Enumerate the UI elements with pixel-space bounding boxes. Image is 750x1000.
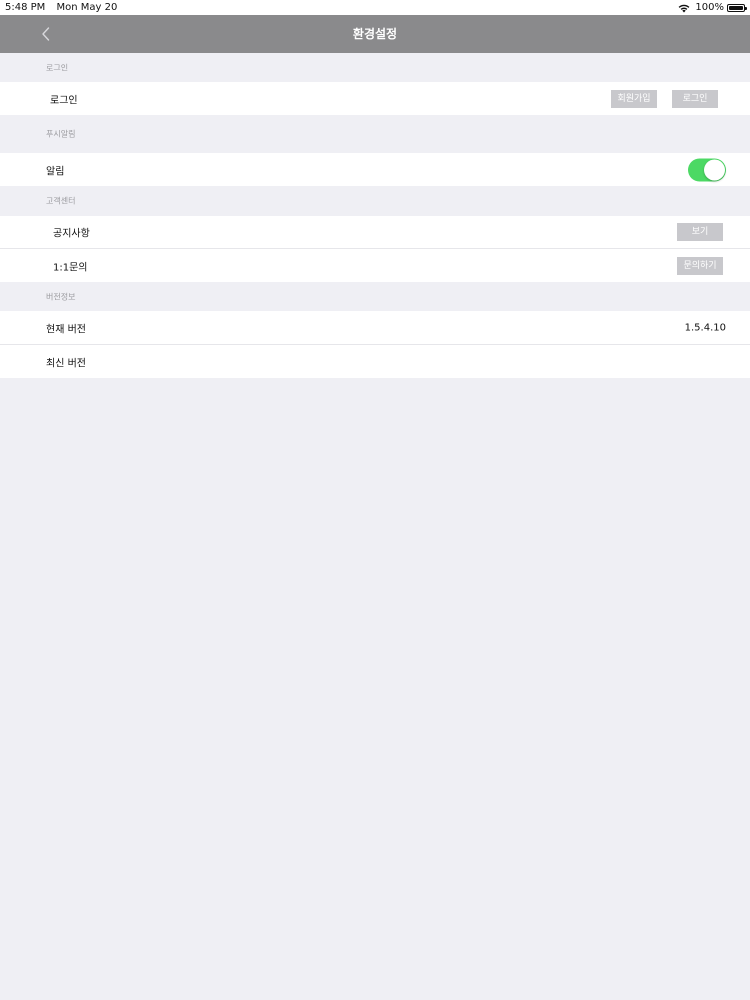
- section-header-label: 버전정보: [46, 292, 76, 301]
- login-row-label: 로그인: [50, 95, 78, 106]
- section-header-version: 버전정보: [0, 282, 750, 311]
- notification-toggle[interactable]: [688, 158, 726, 181]
- notification-row: 알림: [0, 153, 750, 186]
- inquiry-row-label: 1:1문의: [53, 262, 88, 273]
- section-header-support: 고객센터: [0, 186, 750, 216]
- latest-version-label: 최신 버전: [46, 358, 86, 369]
- battery-percent: 100%: [695, 2, 724, 13]
- notice-row-label: 공지사항: [53, 228, 90, 240]
- nav-bar: 환경설정: [0, 15, 750, 53]
- section-header-login: 로그인: [0, 53, 750, 82]
- inquiry-row: 1:1문의 문의하기: [0, 249, 750, 282]
- notice-row: 공지사항 보기: [0, 216, 750, 249]
- notification-row-label: 알림: [46, 166, 65, 177]
- chevron-left-icon: [42, 27, 50, 41]
- section-header-label: 푸시알림: [46, 129, 76, 139]
- login-row: 로그인 회원가입 로그인: [0, 82, 750, 115]
- battery-icon: [727, 3, 747, 12]
- status-time: 5:48 PM: [5, 2, 46, 13]
- status-bar: 5:48 PM Mon May 20 100%: [0, 0, 750, 15]
- section-header-push: 푸시알림: [0, 115, 750, 153]
- battery-fill: [729, 5, 743, 10]
- toggle-knob: [704, 159, 725, 180]
- current-version-value: 1.5.4.10: [684, 322, 726, 333]
- notice-view-button[interactable]: 보기: [677, 223, 723, 241]
- page-title: 환경설정: [352, 27, 398, 41]
- latest-version-row: 최신 버전: [0, 345, 750, 378]
- inquiry-button[interactable]: 문의하기: [677, 256, 723, 275]
- status-right: 100%: [677, 0, 747, 15]
- wifi-icon: [679, 4, 690, 12]
- status-left: 5:48 PM Mon May 20: [5, 0, 125, 15]
- back-button[interactable]: [36, 24, 56, 44]
- current-version-row: 현재 버전 1.5.4.10: [0, 311, 750, 345]
- current-version-label: 현재 버전: [46, 324, 86, 335]
- status-date: Mon May 20: [56, 2, 118, 13]
- login-button[interactable]: 로그인: [672, 89, 718, 108]
- section-header-label: 로그인: [46, 63, 69, 72]
- signup-button[interactable]: 회원가입: [611, 89, 657, 108]
- section-header-label: 고객센터: [46, 196, 76, 206]
